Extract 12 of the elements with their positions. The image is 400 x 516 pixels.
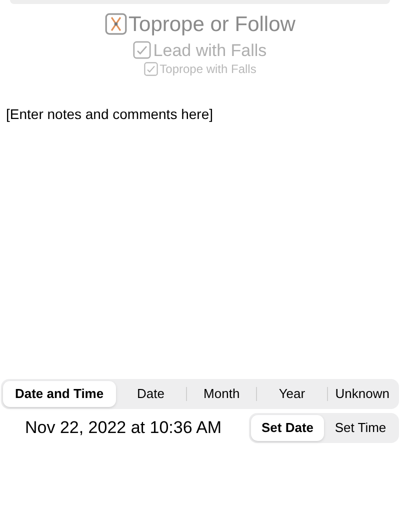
segment-tab[interactable]: Unknown	[328, 381, 398, 407]
segment-tab[interactable]: Month	[186, 381, 256, 407]
notes-field[interactable]: [Enter notes and comments here]	[6, 104, 394, 374]
checkbox-icon	[133, 41, 152, 59]
segment-tab[interactable]: Date and Time	[3, 381, 116, 407]
date-value: Nov 22, 2022 at 10:36 AM	[25, 417, 222, 440]
checkbox-icon	[144, 62, 158, 76]
segment-tab[interactable]: Date	[116, 381, 186, 407]
segment-tab[interactable]: Set Date	[251, 415, 324, 441]
rope-icon	[104, 13, 127, 35]
segment-tab[interactable]: Year	[257, 381, 327, 407]
segment-tab[interactable]: Set Time	[324, 415, 397, 441]
